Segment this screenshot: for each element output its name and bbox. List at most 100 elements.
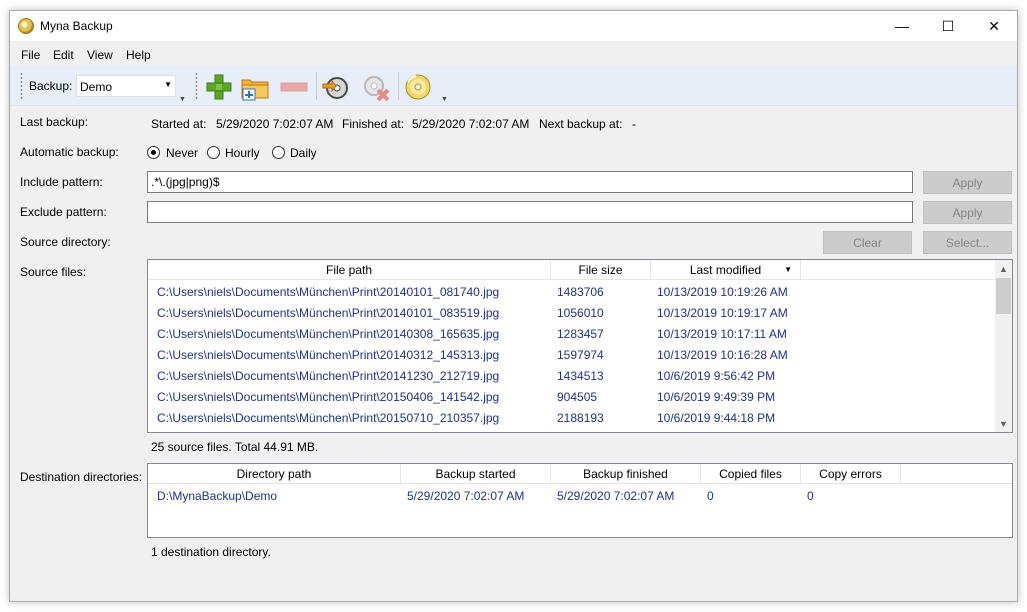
backup-select[interactable]: Demo ▼ — [76, 75, 176, 97]
add-folder-icon — [241, 79, 269, 101]
table-row[interactable]: C:\Users\niels\Documents\München\Print\2… — [148, 407, 997, 428]
table-row[interactable]: C:\Users\niels\Documents\München\Print\2… — [148, 302, 997, 323]
cell-backup-finished: 5/29/2020 7:02:07 AM — [557, 489, 675, 503]
radio-never-label[interactable]: Never — [166, 146, 198, 160]
radio-hourly[interactable] — [207, 146, 220, 159]
toolbar-overflow-icon[interactable]: ▼ — [179, 96, 186, 103]
add-icon — [206, 74, 232, 100]
cell-file-path: C:\Users\niels\Documents\München\Print\2… — [157, 411, 500, 425]
table-row[interactable]: C:\Users\niels\Documents\München\Print\2… — [148, 281, 997, 302]
header-directory-path[interactable]: Directory path — [148, 464, 401, 484]
toolbar: Backup: Demo ▼ ▼ ▼ — [10, 66, 1017, 106]
last-backup-label: Last backup: — [20, 115, 89, 129]
table-row[interactable]: D:\MynaBackup\Demo 5/29/2020 7:02:07 AM … — [148, 485, 1012, 506]
toolbar-grip[interactable] — [20, 72, 23, 100]
cell-file-size: 2188193 — [557, 411, 604, 425]
next-backup-label: Next backup at: — [539, 117, 623, 131]
source-files-status: 25 source files. Total 44.91 MB. — [151, 440, 319, 454]
cell-copied-files: 0 — [707, 489, 714, 503]
cell-copy-errors: 0 — [807, 489, 814, 503]
cell-file-path: C:\Users\niels\Documents\München\Print\2… — [157, 306, 500, 320]
remove-icon — [280, 82, 308, 92]
app-icon — [18, 18, 34, 34]
cell-last-modified: 10/13/2019 10:16:28 AM — [657, 348, 788, 362]
chevron-down-icon[interactable]: ▼ — [995, 415, 1012, 432]
header-copy-errors[interactable]: Copy errors — [801, 464, 901, 484]
window-title: Myna Backup — [40, 19, 113, 33]
exclude-pattern-label: Exclude pattern: — [20, 205, 107, 219]
toolbar-overflow-icon-2[interactable]: ▼ — [441, 96, 448, 103]
cell-file-size: 1597974 — [557, 348, 604, 362]
run-backup-button[interactable] — [320, 72, 352, 102]
next-backup-value: - — [632, 117, 636, 131]
radio-daily[interactable] — [272, 146, 285, 159]
cell-file-path: C:\Users\niels\Documents\München\Print\2… — [157, 390, 500, 404]
table-row[interactable]: C:\Users\niels\Documents\München\Print\2… — [148, 344, 997, 365]
source-files-label: Source files: — [20, 265, 87, 279]
source-files-list[interactable]: File path File size Last modified ▼ C:\U… — [147, 259, 1013, 433]
main-window: Myna Backup — ☐ ✕ File Edit View Help Ba… — [9, 10, 1018, 602]
header-backup-finished[interactable]: Backup finished — [551, 464, 701, 484]
destination-status: 1 destination directory. — [151, 545, 271, 559]
clear-button[interactable]: Clear — [823, 231, 912, 254]
disc-button[interactable] — [402, 72, 434, 102]
radio-daily-label[interactable]: Daily — [290, 146, 317, 160]
vertical-scrollbar[interactable]: ▲ ▼ — [995, 260, 1012, 432]
exclude-apply-button[interactable]: Apply — [923, 201, 1012, 224]
scroll-thumb[interactable] — [996, 278, 1011, 314]
disc-icon — [405, 74, 431, 100]
remove-button[interactable] — [278, 72, 310, 102]
chevron-up-icon[interactable]: ▲ — [995, 260, 1012, 277]
menu-edit[interactable]: Edit — [53, 48, 74, 62]
include-pattern-value: .*\.(jpg|png)$ — [151, 175, 220, 189]
cell-file-size: 1056010 — [557, 306, 604, 320]
source-directory-label: Source directory: — [20, 235, 111, 249]
radio-hourly-label[interactable]: Hourly — [225, 146, 260, 160]
add-folder-button[interactable] — [239, 72, 271, 102]
toolbar-separator-2 — [398, 72, 399, 100]
select-button[interactable]: Select... — [923, 231, 1012, 254]
table-row[interactable]: C:\Users\niels\Documents\München\Print\2… — [148, 365, 997, 386]
cell-file-path: C:\Users\niels\Documents\München\Print\2… — [157, 369, 500, 383]
add-backup-button[interactable] — [203, 72, 235, 102]
table-row[interactable]: C:\Users\niels\Documents\München\Print\2… — [148, 386, 997, 407]
header-copied-files[interactable]: Copied files — [701, 464, 801, 484]
menu-view[interactable]: View — [87, 48, 113, 62]
minimize-button[interactable]: — — [879, 11, 925, 41]
include-apply-button[interactable]: Apply — [923, 171, 1012, 194]
cell-backup-started: 5/29/2020 7:02:07 AM — [407, 489, 525, 503]
header-last-modified[interactable]: Last modified ▼ — [651, 260, 801, 280]
cell-file-size: 1483706 — [557, 285, 604, 299]
include-pattern-input[interactable]: .*\.(jpg|png)$ — [147, 171, 913, 193]
exclude-pattern-input[interactable] — [147, 201, 913, 223]
table-row[interactable]: C:\Users\niels\Documents\München\Print\2… — [148, 323, 997, 344]
destination-directories-label: Destination directories: — [20, 470, 143, 484]
close-button[interactable]: ✕ — [971, 11, 1017, 41]
cell-file-size: 1434513 — [557, 369, 604, 383]
cell-last-modified: 10/6/2019 9:44:18 PM — [657, 411, 776, 425]
finished-at-value: 5/29/2020 7:02:07 AM — [412, 117, 530, 131]
cell-file-size: 904505 — [557, 390, 598, 404]
cell-last-modified: 10/13/2019 10:19:17 AM — [657, 306, 788, 320]
toolbar-grip-2[interactable] — [195, 72, 198, 100]
destination-list[interactable]: Directory path Backup started Backup fin… — [147, 463, 1013, 538]
maximize-button[interactable]: ☐ — [925, 11, 971, 41]
cell-file-path: C:\Users\niels\Documents\München\Print\2… — [157, 285, 500, 299]
backup-label: Backup: — [29, 79, 73, 93]
header-backup-started[interactable]: Backup started — [401, 464, 551, 484]
run-backup-icon — [322, 77, 348, 99]
cell-file-size: 1283457 — [557, 327, 604, 341]
started-at-value: 5/29/2020 7:02:07 AM — [216, 117, 334, 131]
cell-last-modified: 10/13/2019 10:17:11 AM — [657, 327, 787, 341]
finished-at-label: Finished at: — [342, 117, 405, 131]
header-file-path[interactable]: File path — [148, 260, 551, 280]
menu-help[interactable]: Help — [126, 48, 151, 62]
toolbar-separator — [316, 72, 317, 100]
sort-desc-icon: ▼ — [784, 265, 792, 274]
header-last-modified-label: Last modified — [689, 262, 762, 277]
cancel-backup-button[interactable] — [360, 72, 392, 102]
automatic-backup-label: Automatic backup: — [20, 145, 119, 159]
header-file-size[interactable]: File size — [551, 260, 651, 280]
radio-never[interactable] — [147, 146, 160, 159]
menu-file[interactable]: File — [21, 48, 40, 62]
